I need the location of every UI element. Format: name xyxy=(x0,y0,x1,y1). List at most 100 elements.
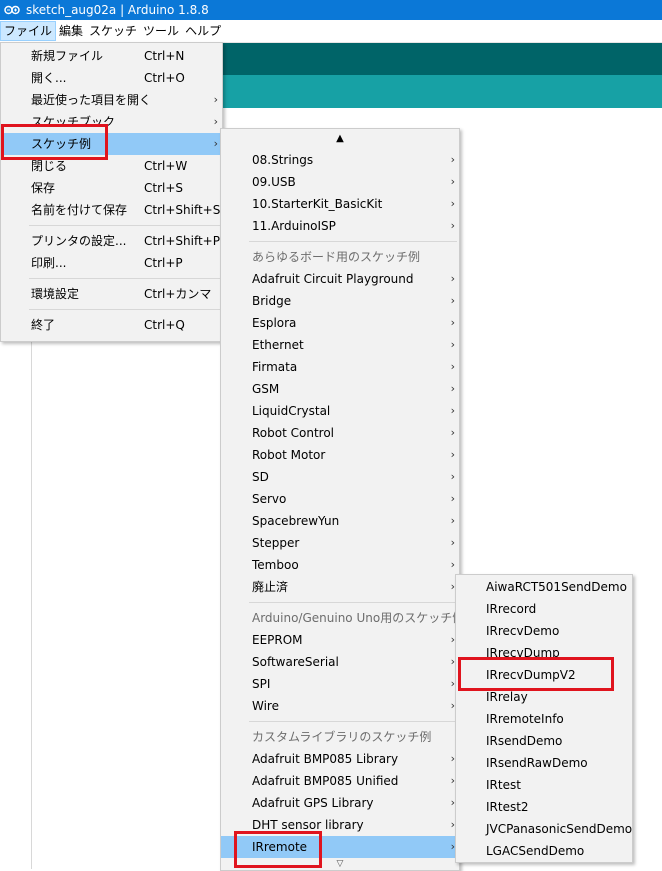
examples-item-gsm[interactable]: GSM › xyxy=(221,378,459,400)
examples-item-ethernet[interactable]: Ethernet › xyxy=(221,334,459,356)
section-header-label: あらゆるボード用のスケッチ例 xyxy=(252,250,421,264)
menu-item-label: Firmata xyxy=(252,360,298,374)
menu-item-label: SpacebrewYun xyxy=(252,514,340,528)
chevron-right-icon: › xyxy=(450,219,455,232)
window-title: sketch_aug02a | Arduino 1.8.8 xyxy=(26,3,209,17)
menu-item-label: 最近使った項目を開く xyxy=(31,93,152,107)
file-menu-item[interactable]: 開く... Ctrl+O xyxy=(1,67,222,89)
file-menu-item[interactable]: 終了 Ctrl+Q xyxy=(1,314,222,336)
file-menu-item[interactable]: 環境設定 Ctrl+カンマ xyxy=(1,283,222,305)
menu-item-label: Robot Motor xyxy=(252,448,326,462)
examples-item-robot-motor[interactable]: Robot Motor › xyxy=(221,444,459,466)
menubar-item-0[interactable]: ファイル xyxy=(0,21,57,41)
irremote-item-jvcpanasonicsenddemo[interactable]: JVCPanasonicSendDemo xyxy=(456,818,632,840)
examples-item-sd[interactable]: SD › xyxy=(221,466,459,488)
irremote-item-irrecvdemo[interactable]: IRrecvDemo xyxy=(456,620,632,642)
menu-item-label: Stepper xyxy=(252,536,300,550)
irremote-item-irrecord[interactable]: IRrecord xyxy=(456,598,632,620)
menu-item-label: IRtest2 xyxy=(486,800,529,814)
menubar-item-2[interactable]: スケッチ xyxy=(86,21,140,41)
menu-item-label: Bridge xyxy=(252,294,292,308)
examples-item-09-usb[interactable]: 09.USB › xyxy=(221,171,459,193)
menu-item-label: 11.ArduinoISP xyxy=(252,219,336,233)
menubar-item-1[interactable]: 編集 xyxy=(56,21,86,41)
irremote-item-irtest2[interactable]: IRtest2 xyxy=(456,796,632,818)
menu-item-label: Adafruit Circuit Playground xyxy=(252,272,414,286)
examples-item-temboo[interactable]: Temboo › xyxy=(221,554,459,576)
menubar-item-3[interactable]: ツール xyxy=(140,21,182,41)
examples-item-servo[interactable]: Servo › xyxy=(221,488,459,510)
chevron-right-icon: › xyxy=(450,175,455,188)
menu-item-shortcut: Ctrl+O xyxy=(144,71,185,85)
examples-item-spacebrewyun[interactable]: SpacebrewYun › xyxy=(221,510,459,532)
menu-item-label: Adafruit GPS Library xyxy=(252,796,374,810)
examples-item-adafruit-circuit-playground[interactable]: Adafruit Circuit Playground › xyxy=(221,268,459,290)
annotation-box-sketch-examples xyxy=(1,124,108,160)
file-menu-item[interactable]: プリンタの設定... Ctrl+Shift+P xyxy=(1,230,222,252)
examples-item-eeprom[interactable]: EEPROM › xyxy=(221,629,459,651)
scroll-up-arrow-icon[interactable]: ▲ xyxy=(221,129,459,149)
examples-item-spi[interactable]: SPI › xyxy=(221,673,459,695)
chevron-right-icon: › xyxy=(213,137,218,150)
menu-item-shortcut: Ctrl+カンマ xyxy=(144,287,212,301)
irremote-item-aiwarct501senddemo[interactable]: AiwaRCT501SendDemo xyxy=(456,576,632,598)
menu-item-shortcut: Ctrl+Shift+P xyxy=(144,234,220,248)
menu-separator xyxy=(29,225,220,226)
menu-item-label: SoftwareSerial xyxy=(252,655,339,669)
menu-item-label: IRsendRawDemo xyxy=(486,756,588,770)
menu-separator xyxy=(29,309,220,310)
file-menu-item[interactable]: 印刷... Ctrl+P xyxy=(1,252,222,274)
file-menu-item[interactable]: 名前を付けて保存 Ctrl+Shift+S xyxy=(1,199,222,221)
menu-item-label: Ethernet xyxy=(252,338,304,352)
menu-item-label: 終了 xyxy=(31,318,56,332)
examples-item-11-arduinoisp[interactable]: 11.ArduinoISP › xyxy=(221,215,459,237)
irremote-item-irtest[interactable]: IRtest xyxy=(456,774,632,796)
examples-item-adafruit-bmp085-unified[interactable]: Adafruit BMP085 Unified › xyxy=(221,770,459,792)
menu-separator xyxy=(249,241,457,242)
menubar-item-4[interactable]: ヘルプ xyxy=(182,21,224,41)
file-menu-item[interactable]: 新規ファイル Ctrl+N xyxy=(1,45,222,67)
chevron-right-icon: › xyxy=(450,338,455,351)
examples-item-08-strings[interactable]: 08.Strings › xyxy=(221,149,459,171)
irremote-item-lgacsenddemo[interactable]: LGACSendDemo xyxy=(456,840,632,862)
examples-item-softwareserial[interactable]: SoftwareSerial › xyxy=(221,651,459,673)
menu-item-label: 廃止済 xyxy=(252,580,289,594)
menu-item-shortcut: Ctrl+S xyxy=(144,181,184,195)
chevron-right-icon: › xyxy=(450,360,455,373)
examples-item-wire[interactable]: Wire › xyxy=(221,695,459,717)
examples-item-item[interactable]: 廃止済 › xyxy=(221,576,459,598)
menu-separator xyxy=(249,721,457,722)
examples-item-esplora[interactable]: Esplora › xyxy=(221,312,459,334)
examples-item-firmata[interactable]: Firmata › xyxy=(221,356,459,378)
chevron-right-icon: › xyxy=(450,197,455,210)
menu-item-shortcut: Ctrl+N xyxy=(144,49,185,63)
examples-item-liquidcrystal[interactable]: LiquidCrystal › xyxy=(221,400,459,422)
chevron-right-icon: › xyxy=(450,316,455,329)
irremote-item-irsenddemo[interactable]: IRsendDemo xyxy=(456,730,632,752)
menu-item-label: LGACSendDemo xyxy=(486,844,585,858)
menu-item-shortcut: Ctrl+Shift+S xyxy=(144,203,221,217)
examples-item-stepper[interactable]: Stepper › xyxy=(221,532,459,554)
irremote-item-irremoteinfo[interactable]: IRremoteInfo xyxy=(456,708,632,730)
menu-item-label: AiwaRCT501SendDemo xyxy=(486,580,627,594)
examples-item-adafruit-gps-library[interactable]: Adafruit GPS Library › xyxy=(221,792,459,814)
chevron-right-icon: › xyxy=(213,115,218,128)
examples-item-adafruit-bmp085-library[interactable]: Adafruit BMP085 Library › xyxy=(221,748,459,770)
examples-item-10-starterkit-basickit[interactable]: 10.StarterKit_BasicKit › xyxy=(221,193,459,215)
menu-item-label: LiquidCrystal xyxy=(252,404,331,418)
file-menu-item[interactable]: 最近使った項目を開く › xyxy=(1,89,222,111)
file-menu-item[interactable]: 保存 Ctrl+S xyxy=(1,177,222,199)
menu-item-shortcut: Ctrl+P xyxy=(144,256,183,270)
menu-item-label: 保存 xyxy=(31,181,56,195)
examples-item-bridge[interactable]: Bridge › xyxy=(221,290,459,312)
examples-item-robot-control[interactable]: Robot Control › xyxy=(221,422,459,444)
chevron-right-icon: › xyxy=(450,536,455,549)
menu-item-label: 印刷... xyxy=(31,256,67,270)
menu-separator xyxy=(29,278,220,279)
menu-item-label: Esplora xyxy=(252,316,297,330)
examples-submenu: ▲ 08.Strings › 09.USB › 10.StarterKit_BasicK… xyxy=(220,128,464,871)
irremote-item-irsendrawdemo[interactable]: IRsendRawDemo xyxy=(456,752,632,774)
menu-item-label: SPI xyxy=(252,677,271,691)
file-menu: 新規ファイル Ctrl+N 開く... Ctrl+O 最近使った項目を開く › スケッチブッ… xyxy=(0,42,223,342)
annotation-box-irrecvdumpv2 xyxy=(458,657,614,691)
